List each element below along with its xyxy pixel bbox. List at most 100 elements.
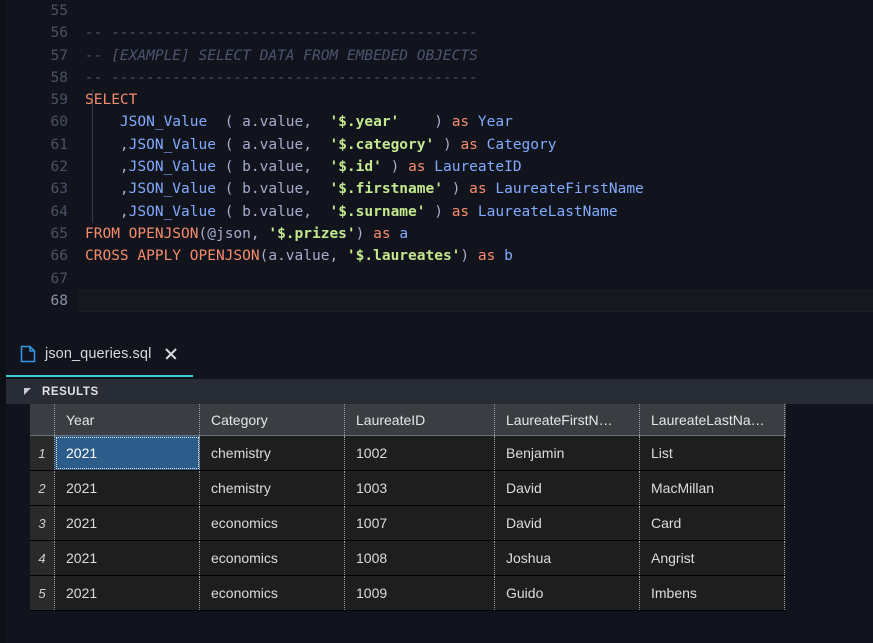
token-plain: )	[434, 136, 461, 153]
results-header[interactable]: RESULTS	[6, 379, 873, 404]
code-lines-container: 55 56 -- ---------------------------------…	[6, 0, 873, 313]
token-plain: )	[425, 203, 452, 220]
results-panel: RESULTS Year Category LaureateID Laureat…	[6, 379, 873, 643]
code-line-68[interactable]: 68	[6, 289, 873, 313]
line-content: JSON_Value ( a.value, '$.year' ) as Year	[85, 111, 513, 133]
table-row[interactable]: 1 2021 chemistry 1002 Benjamin List	[30, 436, 786, 471]
line-number: 55	[50, 3, 68, 19]
table-cell[interactable]: 1003	[345, 471, 495, 505]
line-content: ,JSON_Value ( a.value, '$.category' ) as…	[85, 134, 557, 156]
table-cell[interactable]: Guido	[495, 576, 640, 610]
table-row[interactable]: 2 2021 chemistry 1003 David MacMillan	[30, 471, 786, 506]
table-row[interactable]: 5 2021 economics 1009 Guido Imbens	[30, 576, 786, 611]
table-cell[interactable]: economics	[200, 541, 345, 575]
results-title: RESULTS	[42, 385, 99, 398]
row-number[interactable]: 1	[30, 436, 55, 470]
code-line-56[interactable]: 56 -- -----------------------------------…	[6, 22, 873, 44]
column-header-laureateid[interactable]: LaureateID	[345, 404, 495, 435]
code-line-57[interactable]: 57 -- [EXAMPLE] SELECT DATA FROM EMBEDED …	[6, 45, 873, 67]
token-kw: as	[451, 203, 470, 220]
code-line-67[interactable]: 67	[6, 268, 873, 290]
table-cell[interactable]: 2021	[55, 506, 200, 540]
close-icon[interactable]	[163, 346, 179, 362]
table-cell[interactable]: chemistry	[200, 471, 345, 505]
line-number: 64	[50, 203, 68, 220]
table-cell[interactable]: 2021	[55, 471, 200, 505]
table-cell[interactable]: Card	[640, 506, 785, 540]
column-header-laureatelastname[interactable]: LaureateLastNa…	[640, 404, 785, 435]
line-number: 57	[50, 47, 68, 64]
column-header-category[interactable]: Category	[200, 404, 345, 435]
column-header-laureatefirstname[interactable]: LaureateFirstN…	[495, 404, 640, 435]
line-content: CROSS APPLY OPENJSON(a.value, '$.laureat…	[85, 245, 513, 267]
table-cell[interactable]: David	[495, 471, 640, 505]
tab-label: json_queries.sql	[45, 346, 152, 362]
table-cell[interactable]: economics	[200, 576, 345, 610]
token-id: LaureateLastName	[477, 203, 618, 220]
line-number: 63	[50, 181, 68, 198]
line-number: 60	[50, 114, 68, 131]
corner-cell	[30, 404, 55, 435]
table-cell[interactable]: List	[640, 436, 785, 470]
token-str: '$.firstname'	[329, 181, 443, 198]
token-kw: as	[469, 181, 487, 198]
table-cell[interactable]: David	[495, 506, 640, 540]
table-cell[interactable]: MacMillan	[640, 471, 785, 505]
table-cell[interactable]: 1007	[345, 506, 495, 540]
token-str: '$.surname'	[329, 203, 426, 220]
token-kw: FROM OPENJSON	[85, 225, 199, 242]
code-line-64[interactable]: 64 ,JSON_Value ( b.value, '$.surname' ) …	[6, 201, 873, 223]
code-line-61[interactable]: 61 ,JSON_Value ( a.value, '$.category' )…	[6, 134, 873, 156]
token-kw: CROSS APPLY OPENJSON	[85, 248, 260, 265]
token-str: '$.category'	[329, 136, 435, 153]
tab-json-queries-sql[interactable]: json_queries.sql	[6, 333, 194, 377]
table-cell[interactable]: chemistry	[200, 436, 345, 470]
line-content: FROM OPENJSON(@json, '$.prizes') as a	[85, 223, 408, 245]
token-id: a	[399, 225, 409, 242]
table-cell[interactable]: 2021	[55, 576, 200, 610]
token-fn: JSON_Value	[119, 114, 208, 131]
code-line-66[interactable]: 66 CROSS APPLY OPENJSON(a.value, '$.laure…	[6, 245, 873, 267]
token-plain: )	[355, 225, 374, 242]
code-line-58[interactable]: 58 -- -----------------------------------…	[6, 67, 873, 89]
table-cell[interactable]: 1002	[345, 436, 495, 470]
line-number: 66	[50, 248, 68, 265]
table-cell[interactable]: 1008	[345, 541, 495, 575]
code-editor[interactable]: 55 56 -- ---------------------------------…	[6, 0, 873, 333]
editor-window: 55 56 -- ---------------------------------…	[0, 0, 873, 643]
token-plain: )	[442, 181, 470, 198]
row-number[interactable]: 2	[30, 471, 55, 505]
line-content: -- [EXAMPLE] SELECT DATA FROM EMBEDED OB…	[85, 45, 478, 67]
token-plain: ( b.value,	[215, 181, 330, 198]
table-cell[interactable]: 2021	[55, 541, 200, 575]
table-row[interactable]: 3 2021 economics 1007 David Card	[30, 506, 786, 541]
table-cell[interactable]: 2021	[55, 436, 200, 470]
code-line-65[interactable]: 65 FROM OPENJSON(@json, '$.prizes') as a	[6, 223, 873, 245]
line-content: ,JSON_Value ( b.value, '$.surname' ) as …	[85, 201, 618, 223]
code-line-59[interactable]: 59 SELECT	[6, 89, 873, 111]
results-grid[interactable]: Year Category LaureateID LaureateFirstN……	[30, 404, 786, 611]
column-header-year[interactable]: Year	[55, 404, 200, 435]
code-line-60[interactable]: 60 JSON_Value ( a.value, '$.year' ) as Y…	[6, 111, 873, 133]
code-line-55[interactable]: 55	[6, 0, 873, 22]
code-line-62[interactable]: 62 ,JSON_Value ( b.value, '$.id' ) as La…	[6, 156, 873, 178]
table-cell[interactable]: Angrist	[640, 541, 785, 575]
collapse-caret-icon[interactable]	[24, 388, 31, 395]
line-content: ,JSON_Value ( b.value, '$.id' ) as Laure…	[85, 156, 522, 178]
code-line-63[interactable]: 63 ,JSON_Value ( b.value, '$.firstname' …	[6, 178, 873, 200]
table-row[interactable]: 4 2021 economics 1008 Joshua Angrist	[30, 541, 786, 576]
row-number[interactable]: 5	[30, 576, 55, 610]
row-number[interactable]: 4	[30, 541, 55, 575]
table-cell[interactable]: Imbens	[640, 576, 785, 610]
table-cell[interactable]: economics	[200, 506, 345, 540]
token-plain: (a.value,	[259, 248, 347, 265]
row-number[interactable]: 3	[30, 506, 55, 540]
table-cell[interactable]: 1009	[345, 576, 495, 610]
table-cell[interactable]: Benjamin	[495, 436, 640, 470]
table-cell[interactable]: Joshua	[495, 541, 640, 575]
line-content: -- -------------------------------------…	[85, 67, 478, 89]
